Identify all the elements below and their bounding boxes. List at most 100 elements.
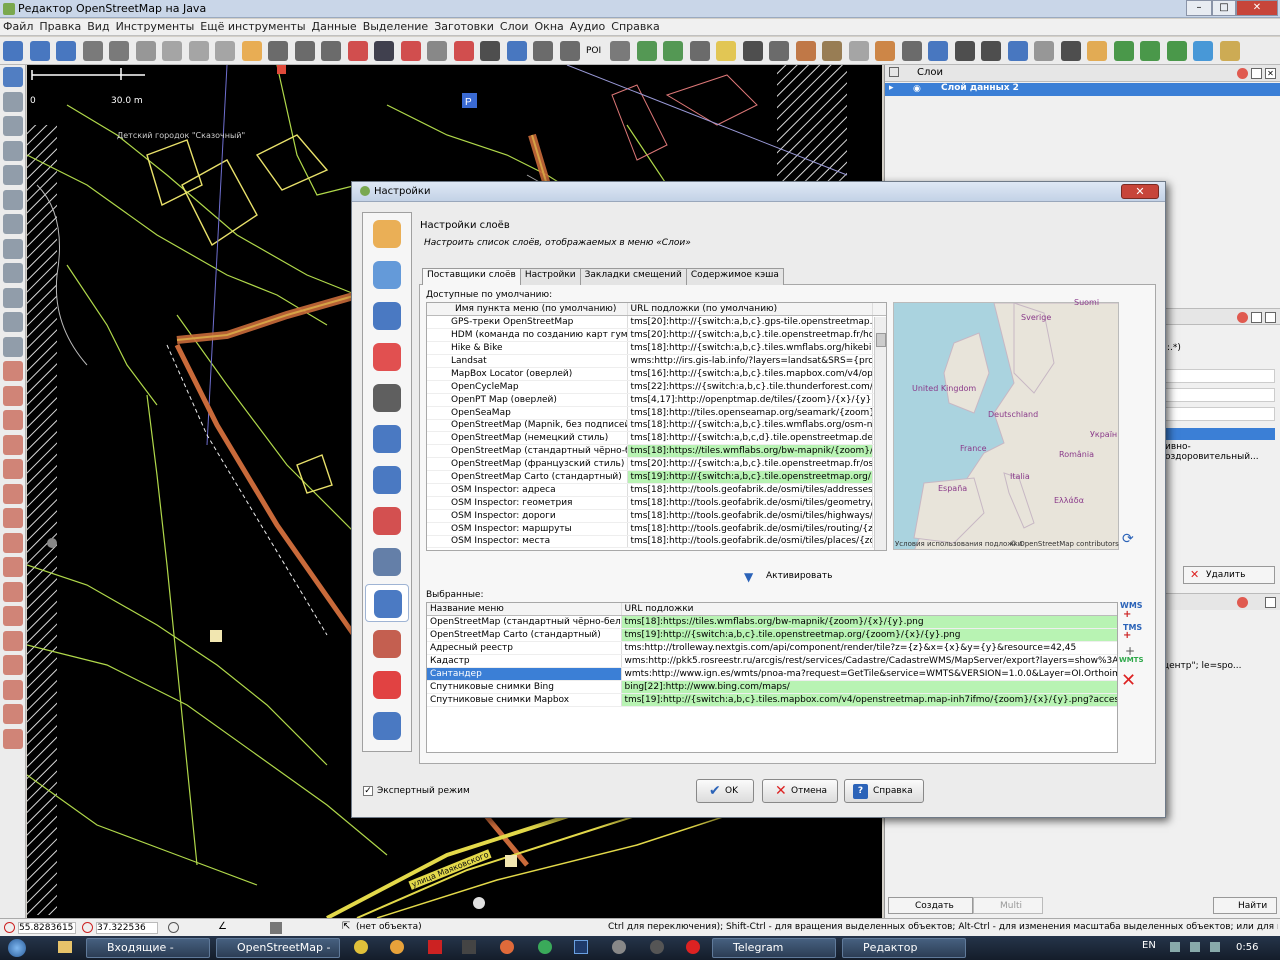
- table-row[interactable]: Сантандер wmts:http://www.ign.es/wmts/pno…: [427, 667, 1117, 681]
- water-icon[interactable]: [1166, 41, 1187, 61]
- close-button[interactable]: ✕: [1236, 0, 1278, 16]
- upload-icon[interactable]: [56, 41, 76, 61]
- menu-item[interactable]: Правка: [36, 19, 84, 34]
- minimize-button[interactable]: –: [1186, 0, 1212, 16]
- delete-button[interactable]: ✕ Удалить: [1183, 566, 1275, 584]
- next-icon[interactable]: [3, 728, 23, 749]
- table-row[interactable]: Landsat wms:http://irs.gis-lab.info/?laye…: [427, 354, 886, 368]
- start-button-icon[interactable]: [8, 939, 26, 957]
- panel-detach-icon[interactable]: [1251, 68, 1262, 79]
- visibility-icon[interactable]: ◉: [913, 84, 921, 94]
- misc-icon[interactable]: [1219, 41, 1240, 61]
- table-row[interactable]: OSM Inspector: дороги tms[18]:http://tool…: [427, 509, 886, 523]
- align-icon[interactable]: [268, 41, 288, 61]
- combine-icon[interactable]: [3, 214, 23, 234]
- layer-icon[interactable]: [3, 581, 23, 602]
- create-button[interactable]: Создать: [888, 897, 973, 914]
- layer-icon[interactable]: [3, 508, 23, 528]
- paint-icon[interactable]: [3, 287, 23, 308]
- table-row[interactable]: Адресный реестр tms:http://trolleway.next…: [427, 641, 1117, 656]
- cancel-button[interactable]: ✕ Отмена: [762, 779, 838, 803]
- plugin-icon[interactable]: [365, 338, 409, 376]
- link-icon[interactable]: [1007, 41, 1028, 61]
- refresh-icon[interactable]: [241, 41, 262, 61]
- menu-name-cell[interactable]: Сантандер: [427, 667, 622, 681]
- menu-item[interactable]: Слои: [497, 19, 532, 34]
- photoshop-icon[interactable]: [574, 940, 588, 954]
- preview-map-svg[interactable]: [894, 303, 1119, 550]
- menu-item[interactable]: Окна: [532, 19, 567, 34]
- tool-icon[interactable]: [3, 704, 23, 724]
- table-row[interactable]: OSM Inspector: адреса tms[18]:http://tool…: [427, 483, 886, 497]
- layer-url-cell[interactable]: tms[19]:http://{switch:a,b,c}.tiles.mapb…: [621, 693, 1117, 707]
- layer-icon[interactable]: [3, 606, 23, 626]
- table-row[interactable]: OpenStreetMap (немецкий стиль) tms[18]:ht…: [427, 431, 886, 446]
- volume-icon[interactable]: [1210, 942, 1220, 952]
- remove-layer-icon[interactable]: ✕: [1121, 670, 1136, 691]
- tab-0[interactable]: Поставщики слоёв: [422, 268, 521, 285]
- rotate-icon[interactable]: [215, 41, 235, 61]
- wc-icon[interactable]: [981, 41, 1001, 61]
- layer-url-cell[interactable]: tms:http://trolleway.nextgis.com/api/com…: [621, 641, 1117, 656]
- table-row[interactable]: OpenStreetMap (французский стиль) tms[20]…: [427, 457, 886, 472]
- layer-row-selected[interactable]: ▸ ◉ Слой данных 2: [885, 83, 1280, 96]
- table-row[interactable]: OpenCycleMap tms[22]:https://{switch:a,b,…: [427, 380, 886, 394]
- clock-icon[interactable]: [533, 41, 553, 61]
- layer-icon[interactable]: [3, 532, 23, 553]
- opera-icon[interactable]: [686, 940, 700, 954]
- zoom-icon[interactable]: [3, 140, 23, 161]
- preferences-icon[interactable]: [135, 41, 156, 61]
- vehicle-icon[interactable]: [480, 41, 500, 61]
- map-attribution-terms[interactable]: Условия использования подложки: [895, 540, 1022, 548]
- col-header-url[interactable]: URL подложки: [621, 603, 1117, 617]
- table-row[interactable]: Спутниковые снимки Mapbox tms[19]:http://…: [427, 693, 1117, 707]
- menu-name-cell[interactable]: Адресный реестр: [427, 641, 622, 656]
- menu-item[interactable]: Справка: [608, 19, 662, 34]
- taskbar-item-firefox[interactable]: OpenStreetMap - ...: [216, 938, 340, 960]
- table-row[interactable]: OpenStreetMap Carto (стандартный) tms[19]…: [427, 470, 886, 484]
- restrictions-icon[interactable]: [365, 666, 409, 704]
- explorer-icon[interactable]: [58, 941, 72, 953]
- table-row[interactable]: OSM Inspector: маршруты tms[18]:http://to…: [427, 522, 886, 536]
- info-icon[interactable]: [506, 41, 527, 61]
- layer-icon[interactable]: [162, 41, 182, 61]
- connection-icon[interactable]: [365, 379, 409, 417]
- menu-item[interactable]: Инструменты: [113, 19, 198, 34]
- panel-detach-icon[interactable]: [1251, 312, 1262, 323]
- scrollbar-thumb[interactable]: [876, 333, 886, 347]
- language-indicator[interactable]: EN: [1142, 940, 1156, 951]
- col-header-name[interactable]: Имя пункта меню (по умолчанию): [427, 303, 628, 317]
- building-icon[interactable]: [347, 41, 368, 61]
- forest-icon[interactable]: [1113, 41, 1134, 61]
- network-icon[interactable]: [1190, 942, 1200, 952]
- ship-icon[interactable]: [689, 41, 710, 61]
- fence-icon[interactable]: [374, 41, 394, 61]
- add-icon[interactable]: [663, 41, 683, 61]
- balloon-icon[interactable]: [716, 41, 736, 61]
- tool-icon[interactable]: [3, 679, 23, 700]
- menu-item[interactable]: Выделение: [360, 19, 432, 34]
- select-icon[interactable]: [3, 67, 23, 87]
- display-settings-icon[interactable]: [365, 215, 409, 253]
- menu-name-cell[interactable]: Кадастр: [427, 654, 622, 668]
- table-row[interactable]: Спутниковые снимки Bing bing[22]:http://w…: [427, 680, 1117, 694]
- find-button[interactable]: Найти: [1213, 897, 1277, 914]
- checkbox-checked-icon[interactable]: ✓: [363, 786, 373, 796]
- panel-close-icon[interactable]: [1265, 312, 1276, 323]
- layer-icon[interactable]: [3, 385, 23, 406]
- layer-icon[interactable]: [3, 361, 23, 381]
- tab-3[interactable]: Содержимое кэша: [685, 268, 784, 285]
- maximize-button[interactable]: □: [1212, 0, 1236, 16]
- parallel-icon[interactable]: [3, 312, 23, 332]
- poi-button[interactable]: POI: [586, 41, 606, 61]
- tree-icon[interactable]: [1087, 41, 1107, 61]
- panel-minimize-icon[interactable]: [1237, 597, 1248, 608]
- col-header-url[interactable]: URL подложки (по умолчанию): [627, 303, 873, 317]
- castle-icon[interactable]: [769, 41, 789, 61]
- person-icon[interactable]: [1034, 41, 1054, 61]
- table-row[interactable]: Кадастр wms:http://pkk5.rosreestr.ru/arcg…: [427, 654, 1117, 668]
- sport-icon[interactable]: [636, 41, 657, 61]
- keyboard-icon[interactable]: [365, 461, 409, 499]
- tray-icon[interactable]: [1170, 942, 1180, 952]
- layer-icon[interactable]: [3, 410, 23, 430]
